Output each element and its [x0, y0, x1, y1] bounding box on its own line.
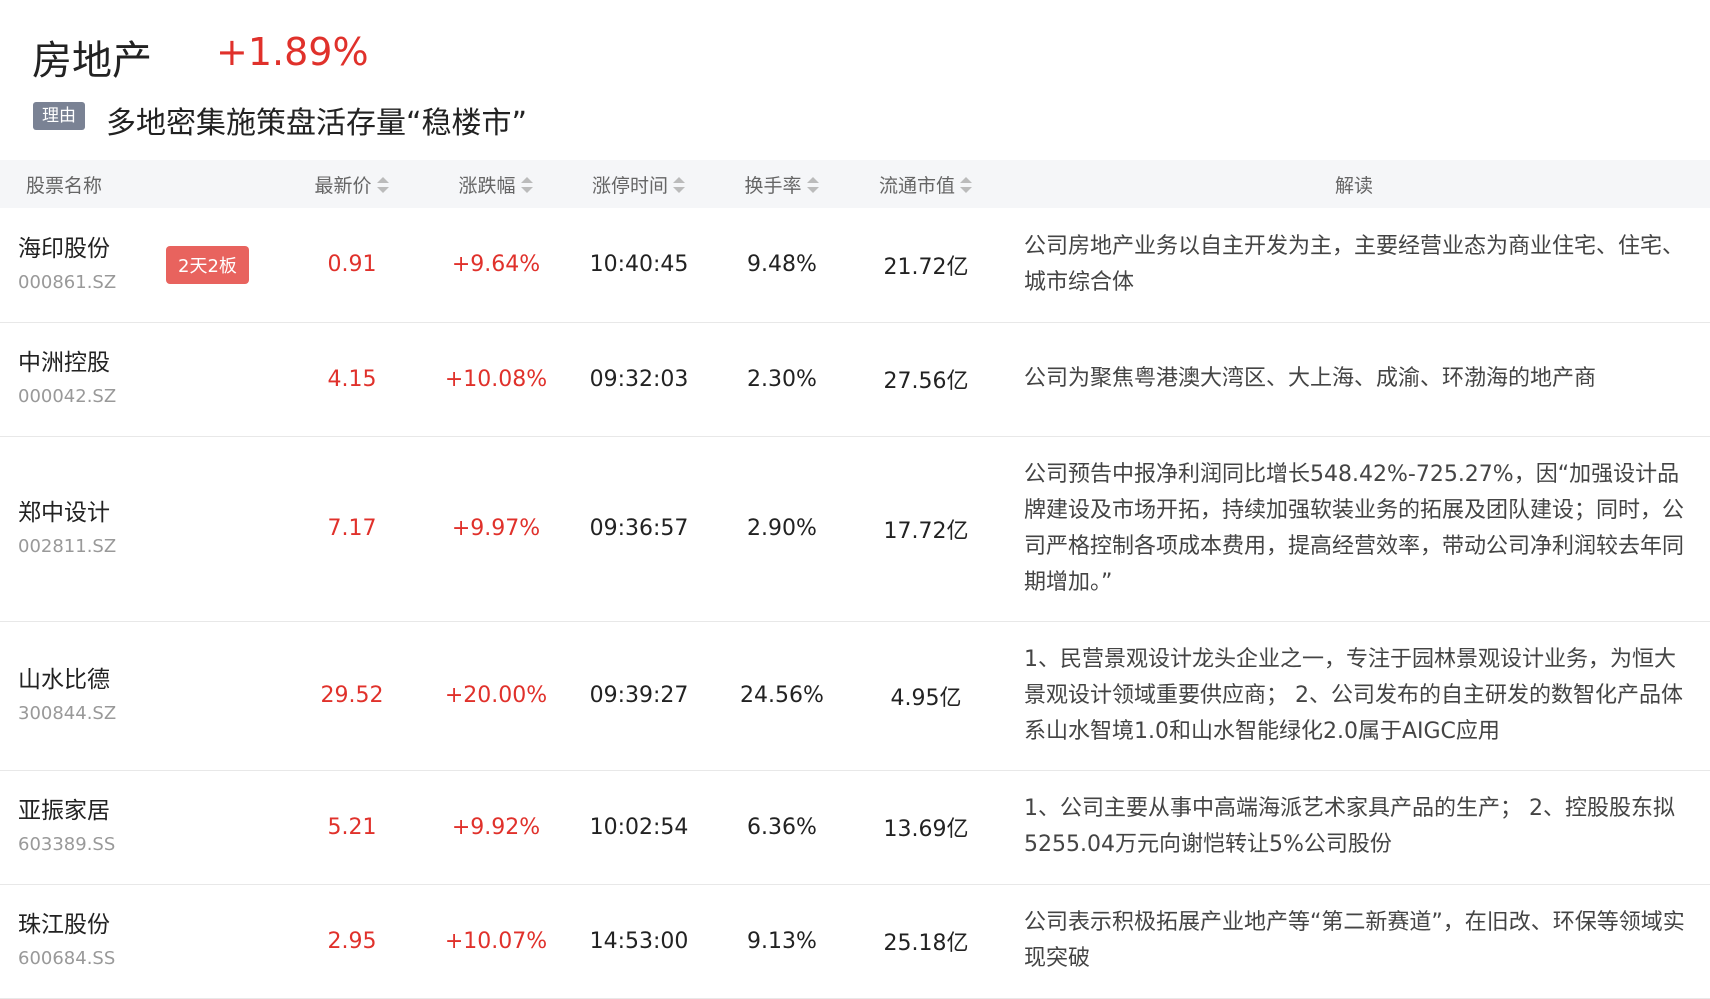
header-limit-time[interactable]: 涨停时间: [568, 160, 710, 208]
stock-cell: 海印股份 000861.SZ 2天2板: [0, 208, 280, 322]
comment: 公司表示积极拓展产业地产等“第二新赛道”，在旧改、环保等领域实现突破: [1024, 910, 1685, 971]
turnover: 2.30%: [747, 366, 817, 392]
price: 0.91: [327, 252, 377, 278]
market-cap: 25.18亿: [883, 931, 969, 956]
stock-cell: 郑中设计 002811.SZ: [0, 436, 280, 621]
stock-code: 600684.SS: [18, 948, 116, 969]
change: +20.00%: [444, 683, 548, 708]
turnover: 6.36%: [747, 814, 817, 840]
market-cap: 17.72亿: [883, 518, 969, 544]
price: 4.15: [327, 366, 377, 392]
table-row[interactable]: 郑中设计 002811.SZ 7.17 +9.97% 09:36:57 2.90…: [0, 436, 1710, 621]
comment: 1、公司主要从事中高端海派艺术家具产品的生产； 2、控股股东拟5255.04万元…: [1024, 796, 1675, 857]
turnover: 9.13%: [747, 928, 817, 954]
price: 5.21: [327, 814, 377, 840]
limit-time: 09:39:27: [589, 683, 689, 708]
sector-header: 房地产 +1.89% 理由 多地密集施策盘活存量“稳楼市”: [0, 0, 1710, 160]
change: +9.64%: [451, 252, 541, 278]
limit-time: 14:53:00: [589, 928, 689, 954]
turnover: 9.48%: [747, 252, 817, 278]
turnover: 2.90%: [747, 516, 817, 541]
change: +10.08%: [444, 366, 548, 392]
sort-icon[interactable]: [672, 176, 686, 194]
comment: 公司预告中报净利润同比增长548.42%-725.27%，因“加强设计品牌建设及…: [1024, 461, 1685, 595]
stock-code: 603389.SS: [18, 834, 116, 855]
table-row[interactable]: 亚振家居 603389.SS 5.21 +9.92% 10:02:54 6.36…: [0, 770, 1710, 884]
stock-code: 002811.SZ: [18, 535, 117, 557]
reason-badge: 理由: [33, 102, 85, 130]
limit-time: 09:36:57: [589, 516, 689, 541]
stock-name[interactable]: 珠江股份: [18, 910, 280, 940]
header-turnover[interactable]: 换手率: [710, 160, 854, 208]
market-cap: 4.95亿: [890, 685, 962, 711]
table-row[interactable]: 珠江股份 600684.SS 2.95 +10.07% 14:53:00 9.1…: [0, 884, 1710, 998]
stock-cell: 亚振家居 603389.SS: [0, 770, 280, 884]
comment: 1、民营景观设计龙头企业之一，专注于园林景观设计业务，为恒大景观设计领域重要供应…: [1024, 646, 1683, 744]
table-row[interactable]: 中洲控股 000042.SZ 4.15 +10.08% 09:32:03 2.3…: [0, 322, 1710, 436]
reason-text: 多地密集施策盘活存量“稳楼市”: [106, 106, 528, 141]
stock-code: 300844.SZ: [18, 702, 117, 724]
stock-code: 000042.SZ: [18, 386, 117, 407]
market-cap: 27.56亿: [883, 369, 969, 394]
stock-name[interactable]: 郑中设计: [18, 498, 280, 528]
header-name: 股票名称: [26, 174, 103, 197]
market-cap: 21.72亿: [883, 254, 969, 280]
stock-name[interactable]: 亚振家居: [18, 796, 280, 826]
table-row[interactable]: 山水比德 300844.SZ 29.52 +20.00% 09:39:27 24…: [0, 621, 1710, 770]
change: +9.92%: [451, 814, 541, 840]
sector-name: 房地产: [32, 38, 152, 84]
sort-icon[interactable]: [520, 176, 534, 194]
header-market-cap[interactable]: 流通市值: [854, 160, 998, 208]
header-comment: 解读: [1334, 174, 1373, 197]
comment: 公司房地产业务以自主开发为主，主要经营业态为商业住宅、住宅、城市综合体: [1024, 233, 1685, 295]
sort-icon[interactable]: [376, 176, 390, 194]
sector-change: +1.89%: [216, 30, 369, 74]
market-cap: 13.69亿: [883, 817, 969, 842]
price: 7.17: [327, 516, 377, 541]
stock-name[interactable]: 山水比德: [18, 665, 280, 695]
sort-icon[interactable]: [806, 176, 820, 194]
board-tag: 2天2板: [166, 245, 249, 284]
stock-table: 股票名称 最新价 涨跌幅 涨停时间 换手率 流通市值 解读 海印股份 00086…: [0, 160, 1710, 999]
stock-name[interactable]: 中洲控股: [18, 348, 280, 378]
table-row[interactable]: 海印股份 000861.SZ 2天2板 0.91 +9.64% 10:40:45…: [0, 208, 1710, 322]
table-header-row: 股票名称 最新价 涨跌幅 涨停时间 换手率 流通市值 解读: [0, 160, 1710, 208]
stock-cell: 珠江股份 600684.SS: [0, 884, 280, 998]
price: 2.95: [327, 928, 377, 954]
limit-time: 10:02:54: [589, 814, 689, 840]
change: +10.07%: [444, 928, 548, 954]
sort-icon[interactable]: [959, 176, 973, 194]
limit-time: 10:40:45: [589, 252, 689, 278]
comment: 公司为聚焦粤港澳大湾区、大上海、成渝、环渤海的地产商: [1024, 366, 1597, 391]
limit-time: 09:32:03: [589, 366, 689, 392]
stock-cell: 中洲控股 000042.SZ: [0, 322, 280, 436]
turnover: 24.56%: [740, 683, 824, 708]
price: 29.52: [320, 683, 384, 708]
change: +9.97%: [451, 516, 541, 541]
header-change[interactable]: 涨跌幅: [424, 160, 568, 208]
stock-cell: 山水比德 300844.SZ: [0, 621, 280, 770]
header-price[interactable]: 最新价: [280, 160, 424, 208]
